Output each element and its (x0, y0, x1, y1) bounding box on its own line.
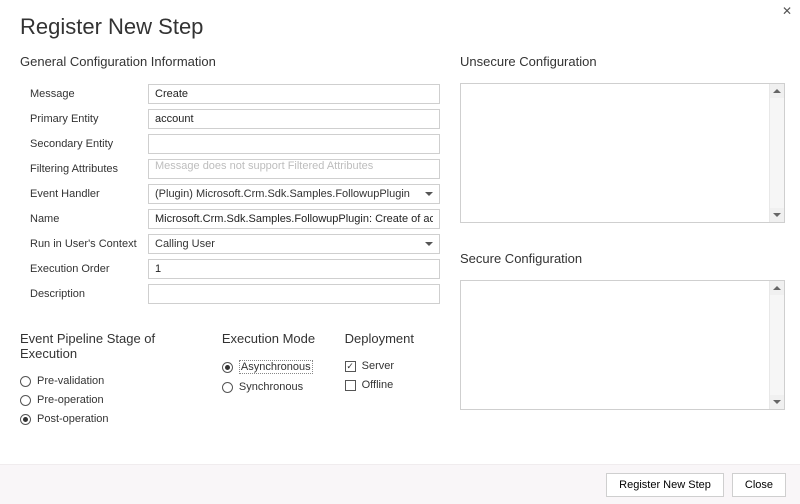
deploy-server[interactable]: Server (345, 360, 414, 372)
close-button[interactable]: Close (732, 473, 786, 497)
page-title: Register New Step (0, 0, 800, 40)
scroll-down-button[interactable] (770, 208, 784, 222)
exec-synchronous[interactable]: Synchronous (222, 381, 319, 393)
row-filtering-attributes: Filtering Attributes Message does not su… (30, 158, 440, 180)
exec-mode-header: Execution Mode (222, 331, 319, 346)
label-secondary-entity: Secondary Entity (30, 138, 148, 150)
deployment-header: Deployment (345, 331, 414, 346)
execution-order-input[interactable] (148, 259, 440, 279)
register-button[interactable]: Register New Step (606, 473, 724, 497)
event-handler-select[interactable]: (Plugin) Microsoft.Crm.Sdk.Samples.Follo… (148, 184, 440, 204)
row-description: Description (30, 283, 440, 305)
deploy-offline[interactable]: Offline (345, 379, 414, 391)
option-label: Post-operation (37, 413, 109, 425)
chevron-down-icon (425, 192, 433, 196)
secure-config-header: Secure Configuration (460, 251, 785, 266)
label-run-context: Run in User's Context (30, 238, 148, 250)
pipeline-group: Event Pipeline Stage of Execution Pre-va… (20, 331, 196, 432)
scrollbar[interactable] (769, 84, 784, 222)
pipeline-post-operation[interactable]: Post-operation (20, 413, 196, 425)
right-column: Unsecure Configuration Secure Configurat… (440, 40, 785, 440)
option-label: Offline (362, 379, 394, 391)
arrow-up-icon (773, 286, 781, 290)
scroll-up-button[interactable] (770, 84, 784, 98)
description-input[interactable] (148, 284, 440, 304)
unsecure-config-header: Unsecure Configuration (460, 54, 785, 69)
label-execution-order: Execution Order (30, 263, 148, 275)
left-column: General Configuration Information Messag… (20, 40, 440, 440)
arrow-down-icon (773, 213, 781, 217)
pipeline-pre-operation[interactable]: Pre-operation (20, 394, 196, 406)
chevron-down-icon (425, 242, 433, 246)
row-execution-order: Execution Order (30, 258, 440, 280)
options-row: Event Pipeline Stage of Execution Pre-va… (20, 331, 440, 432)
secondary-entity-input[interactable] (148, 134, 440, 154)
checkbox-icon (345, 380, 356, 391)
radio-icon (222, 382, 233, 393)
label-name: Name (30, 213, 148, 225)
pipeline-pre-validation[interactable]: Pre-validation (20, 375, 196, 387)
filtering-attributes-input: Message does not support Filtered Attrib… (148, 159, 440, 179)
event-handler-value: (Plugin) Microsoft.Crm.Sdk.Samples.Follo… (155, 188, 425, 200)
scroll-down-button[interactable] (770, 395, 784, 409)
checkbox-icon (345, 361, 356, 372)
label-event-handler: Event Handler (30, 188, 148, 200)
arrow-down-icon (773, 400, 781, 404)
radio-icon (20, 395, 31, 406)
general-form: Message Primary Entity Secondary Entity … (20, 83, 440, 305)
radio-icon (20, 414, 31, 425)
row-run-context: Run in User's Context Calling User (30, 233, 440, 255)
row-name: Name (30, 208, 440, 230)
label-description: Description (30, 288, 148, 300)
name-input[interactable] (148, 209, 440, 229)
label-filtering-attributes: Filtering Attributes (30, 163, 148, 175)
unsecure-config-textarea[interactable] (460, 83, 785, 223)
option-label: Pre-validation (37, 375, 104, 387)
general-config-header: General Configuration Information (20, 54, 440, 69)
register-new-step-window: ✕ Register New Step General Configuratio… (0, 0, 800, 504)
scrollbar[interactable] (769, 281, 784, 409)
window-close-button[interactable]: ✕ (782, 4, 792, 18)
run-context-value: Calling User (155, 238, 425, 250)
option-label: Pre-operation (37, 394, 104, 406)
exec-asynchronous[interactable]: Asynchronous (222, 360, 319, 374)
bottom-bar: Register New Step Close (0, 464, 800, 504)
option-label: Synchronous (239, 381, 303, 393)
content-area: General Configuration Information Messag… (0, 40, 800, 440)
row-event-handler: Event Handler (Plugin) Microsoft.Crm.Sdk… (30, 183, 440, 205)
arrow-up-icon (773, 89, 781, 93)
deployment-group: Deployment Server Offline (345, 331, 414, 432)
option-label: Asynchronous (239, 360, 313, 374)
scroll-up-button[interactable] (770, 281, 784, 295)
row-secondary-entity: Secondary Entity (30, 133, 440, 155)
run-context-select[interactable]: Calling User (148, 234, 440, 254)
radio-icon (20, 376, 31, 387)
secure-config-textarea[interactable] (460, 280, 785, 410)
row-message: Message (30, 83, 440, 105)
exec-mode-group: Execution Mode Asynchronous Synchronous (222, 331, 319, 432)
pipeline-header: Event Pipeline Stage of Execution (20, 331, 196, 361)
option-label: Server (362, 360, 394, 372)
row-primary-entity: Primary Entity (30, 108, 440, 130)
radio-icon (222, 362, 233, 373)
primary-entity-input[interactable] (148, 109, 440, 129)
label-primary-entity: Primary Entity (30, 113, 148, 125)
message-input[interactable] (148, 84, 440, 104)
label-message: Message (30, 88, 148, 100)
